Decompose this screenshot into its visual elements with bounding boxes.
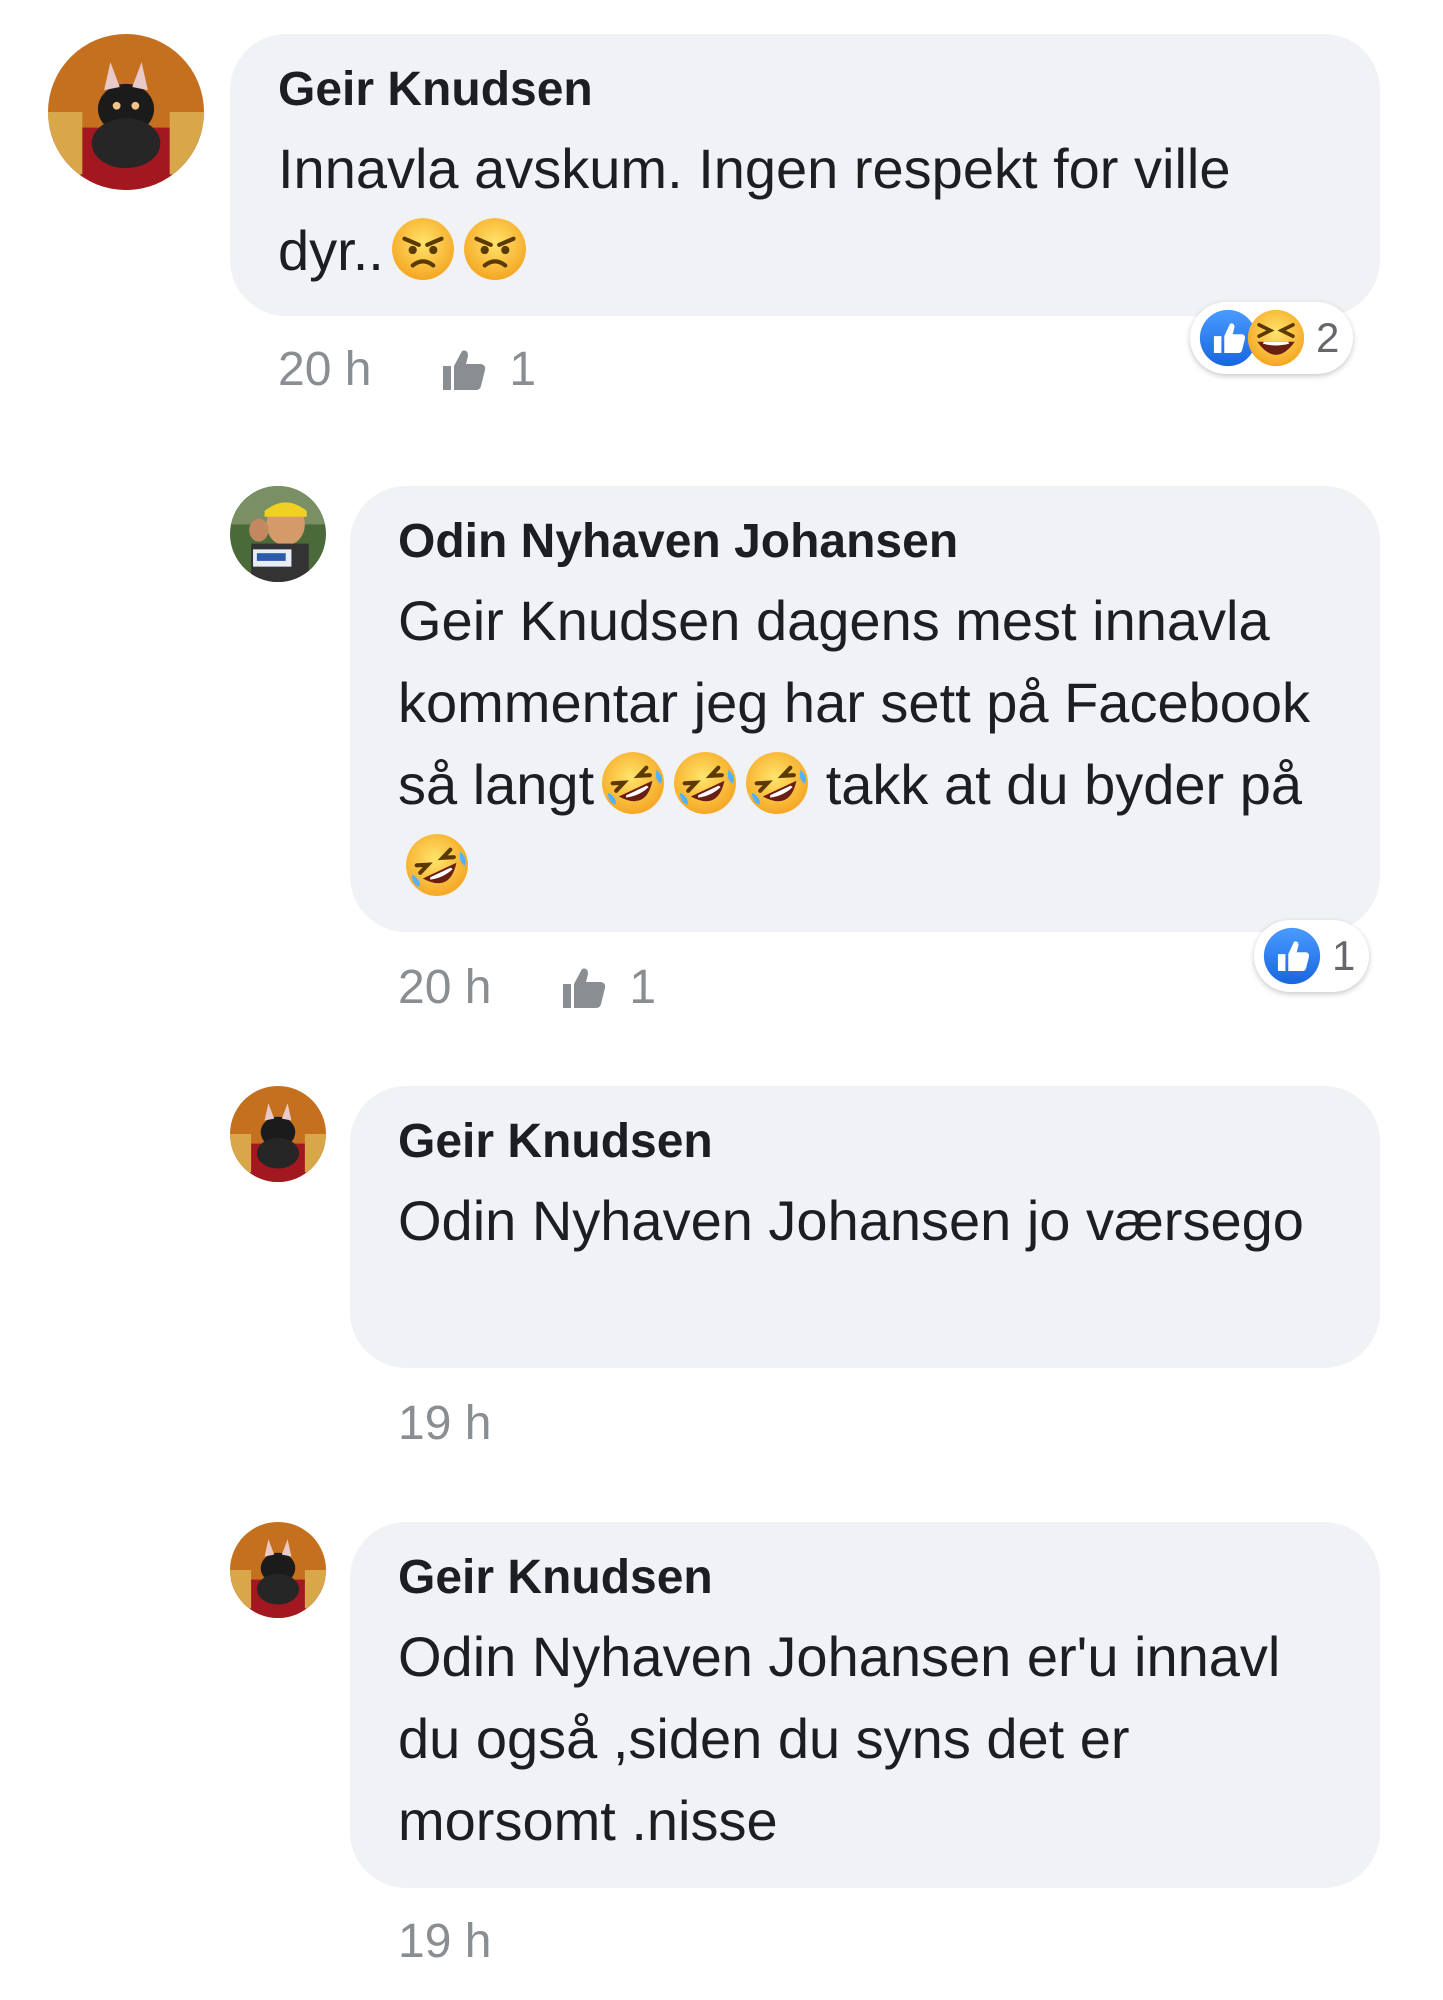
comment-timestamp[interactable]: 19 h bbox=[398, 1912, 491, 1972]
like-button[interactable]: 1 bbox=[441, 340, 536, 400]
rofl-emoji-icon bbox=[600, 750, 666, 816]
comment-meta: 19 h bbox=[398, 1394, 491, 1454]
comment-meta: 20 h 1 bbox=[398, 958, 656, 1018]
like-count: 1 bbox=[509, 343, 537, 396]
comment-bubble: Geir Knudsen Innavla avskum. Ingen respe… bbox=[230, 34, 1380, 316]
comment-bubble: Geir Knudsen Odin Nyhaven Johansen jo væ… bbox=[350, 1086, 1380, 1368]
comment-author[interactable]: Odin Nyhaven Johansen bbox=[398, 512, 1332, 572]
rofl-emoji-icon bbox=[744, 750, 810, 816]
reaction-count: 2 bbox=[1316, 314, 1340, 361]
comment-author[interactable]: Geir Knudsen bbox=[278, 60, 1332, 120]
comment-meta: 19 h bbox=[398, 1912, 491, 1972]
angry-emoji-icon bbox=[462, 216, 528, 282]
rofl-emoji-icon bbox=[404, 832, 470, 898]
comment-text: Innavla avskum. Ingen respekt for ville … bbox=[278, 137, 1231, 282]
comment-timestamp[interactable]: 20 h bbox=[278, 340, 371, 400]
dog-photo-icon bbox=[48, 34, 204, 190]
comment-text: Odin Nyhaven Johansen jo værsego bbox=[398, 1189, 1304, 1252]
comment-author[interactable]: Geir Knudsen bbox=[398, 1112, 1332, 1172]
avatar-geir[interactable] bbox=[230, 1522, 326, 1618]
comment-meta: 20 h 1 bbox=[278, 340, 536, 400]
reaction-count: 1 bbox=[1332, 932, 1356, 979]
dog-photo-icon bbox=[230, 1522, 326, 1618]
haha-reaction-icon bbox=[1246, 308, 1306, 368]
comment-bubble: Odin Nyhaven Johansen Geir Knudsen dagen… bbox=[350, 486, 1380, 932]
thumbs-up-icon bbox=[441, 348, 487, 392]
comment-timestamp[interactable]: 20 h bbox=[398, 958, 491, 1018]
thumbs-up-icon bbox=[561, 966, 607, 1010]
avatar-geir[interactable] bbox=[48, 34, 204, 190]
comment-bubble: Geir Knudsen Odin Nyhaven Johansen er'u … bbox=[350, 1522, 1380, 1888]
comment-text: Geir Knudsen dagens mest innavla komment… bbox=[398, 580, 1332, 908]
rofl-emoji-icon bbox=[672, 750, 738, 816]
reaction-summary[interactable]: 2 bbox=[1190, 302, 1354, 374]
comment-author[interactable]: Geir Knudsen bbox=[398, 1548, 1332, 1608]
person-photo-icon bbox=[230, 486, 326, 582]
like-count: 1 bbox=[629, 961, 657, 1014]
angry-emoji-icon bbox=[390, 216, 456, 282]
like-button[interactable]: 1 bbox=[561, 958, 656, 1018]
avatar-odin[interactable] bbox=[230, 486, 326, 582]
dog-photo-icon bbox=[230, 1086, 326, 1182]
reaction-summary[interactable]: 1 bbox=[1254, 920, 1370, 992]
avatar-geir[interactable] bbox=[230, 1086, 326, 1182]
like-reaction-icon bbox=[1262, 926, 1322, 986]
comment-text: Odin Nyhaven Johansen er'u innavl du ogs… bbox=[398, 1625, 1281, 1852]
comment-timestamp[interactable]: 19 h bbox=[398, 1394, 491, 1454]
